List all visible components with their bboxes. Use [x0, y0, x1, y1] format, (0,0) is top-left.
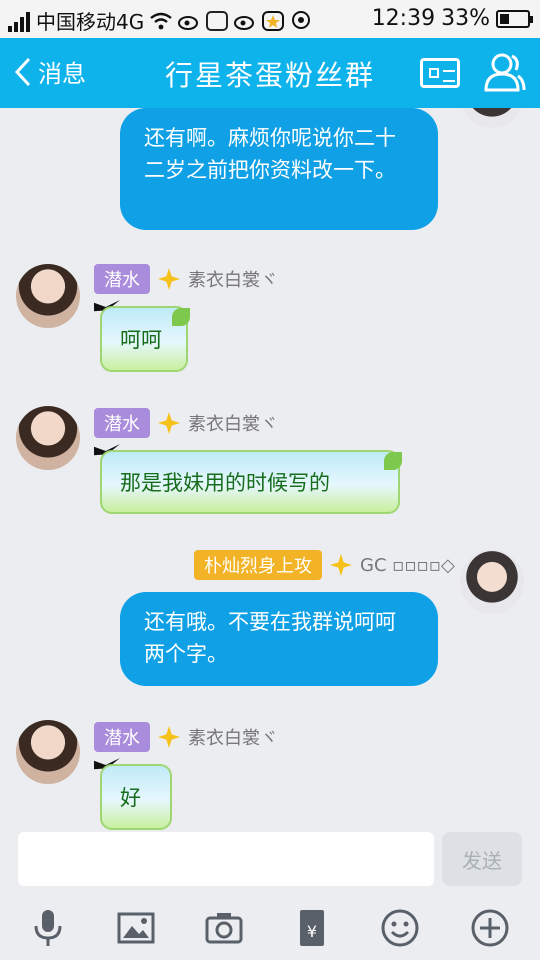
message-bubble[interactable]: 还有哦。不要在我群说呵呵两个字。: [120, 592, 438, 686]
sender-nickname: GC ▫▫▫▫◇: [360, 554, 455, 576]
message-input[interactable]: [18, 832, 434, 886]
star-icon: [158, 726, 180, 748]
sticker-text: 呵呵: [120, 328, 162, 352]
clock: 12:39: [371, 6, 436, 31]
chat-bubble-icon: [292, 10, 311, 29]
wifi-icon: [150, 12, 172, 29]
weibo-icon: [178, 15, 199, 30]
bottom-toolbar: ¥: [0, 900, 540, 960]
input-bar: 发送: [0, 830, 540, 900]
camera-icon[interactable]: [204, 908, 244, 948]
sticker-text: 好: [120, 786, 141, 810]
battery-percent: 33%: [441, 6, 490, 31]
avatar[interactable]: [16, 264, 80, 328]
calendar-icon: [206, 10, 229, 31]
plus-icon[interactable]: [470, 908, 510, 948]
sender-row: 潜水 素衣白裳ヾ: [94, 408, 278, 438]
group-card-button[interactable]: [420, 58, 460, 88]
avatar[interactable]: [16, 720, 80, 784]
message-text: 还有啊。麻烦你呢说你二十二岁之前把你资料改一下。: [144, 126, 396, 182]
group-members-icon[interactable]: [482, 50, 526, 94]
sticker-bubble[interactable]: 那是我妹用的时候写的: [100, 450, 400, 514]
sticker-bubble[interactable]: 好: [100, 764, 172, 830]
sender-row: 潜水 素衣白裳ヾ: [94, 264, 278, 294]
avatar[interactable]: [16, 406, 80, 470]
sender-nickname: 素衣白裳ヾ: [188, 728, 278, 749]
member-badge: 潜水: [94, 264, 150, 294]
sender-row: 朴灿烈身上攻 GC ▫▫▫▫◇: [194, 550, 455, 580]
member-badge: 潜水: [94, 408, 150, 438]
image-icon[interactable]: [116, 908, 156, 948]
sticker-text: 那是我妹用的时候写的: [120, 471, 330, 495]
avatar[interactable]: [460, 108, 524, 128]
message-text: 还有哦。不要在我群说呵呵两个字。: [144, 610, 396, 666]
member-badge: 潜水: [94, 722, 150, 752]
message-bubble[interactable]: 还有啊。麻烦你呢说你二十二岁之前把你资料改一下。: [120, 108, 438, 230]
weibo-icon-2: [234, 15, 255, 30]
leaf-icon: [384, 452, 402, 470]
red-packet-icon[interactable]: ¥: [292, 908, 332, 948]
leaf-icon: [172, 308, 190, 326]
carrier-label: 中国移动4G: [36, 10, 145, 34]
sender-nickname: 素衣白裳ヾ: [188, 270, 278, 291]
title-bar: 消息 行星茶蛋粉丝群: [0, 38, 540, 108]
star-icon: [330, 554, 352, 576]
sender-row: 潜水 素衣白裳ヾ: [94, 722, 278, 752]
send-button[interactable]: 发送: [442, 832, 522, 886]
qzone-star-icon: [262, 10, 285, 31]
avatar[interactable]: [460, 550, 524, 614]
battery-percent-value: 33: [441, 6, 470, 31]
star-icon: [158, 268, 180, 290]
battery-icon: [496, 9, 533, 28]
microphone-icon[interactable]: [28, 908, 68, 948]
chat-area[interactable]: 还有啊。麻烦你呢说你二十二岁之前把你资料改一下。 潜水 素衣白裳ヾ 呵呵 潜水 …: [0, 108, 540, 830]
emoji-icon[interactable]: [380, 908, 420, 948]
star-icon: [158, 412, 180, 434]
sender-nickname: 素衣白裳ヾ: [188, 414, 278, 435]
status-bar: 中国移动4G 12:39 33%: [0, 0, 540, 38]
battery-fill: [500, 13, 509, 24]
signal-icon: [8, 10, 30, 32]
svg-text:¥: ¥: [307, 922, 317, 941]
member-badge: 朴灿烈身上攻: [194, 550, 322, 580]
